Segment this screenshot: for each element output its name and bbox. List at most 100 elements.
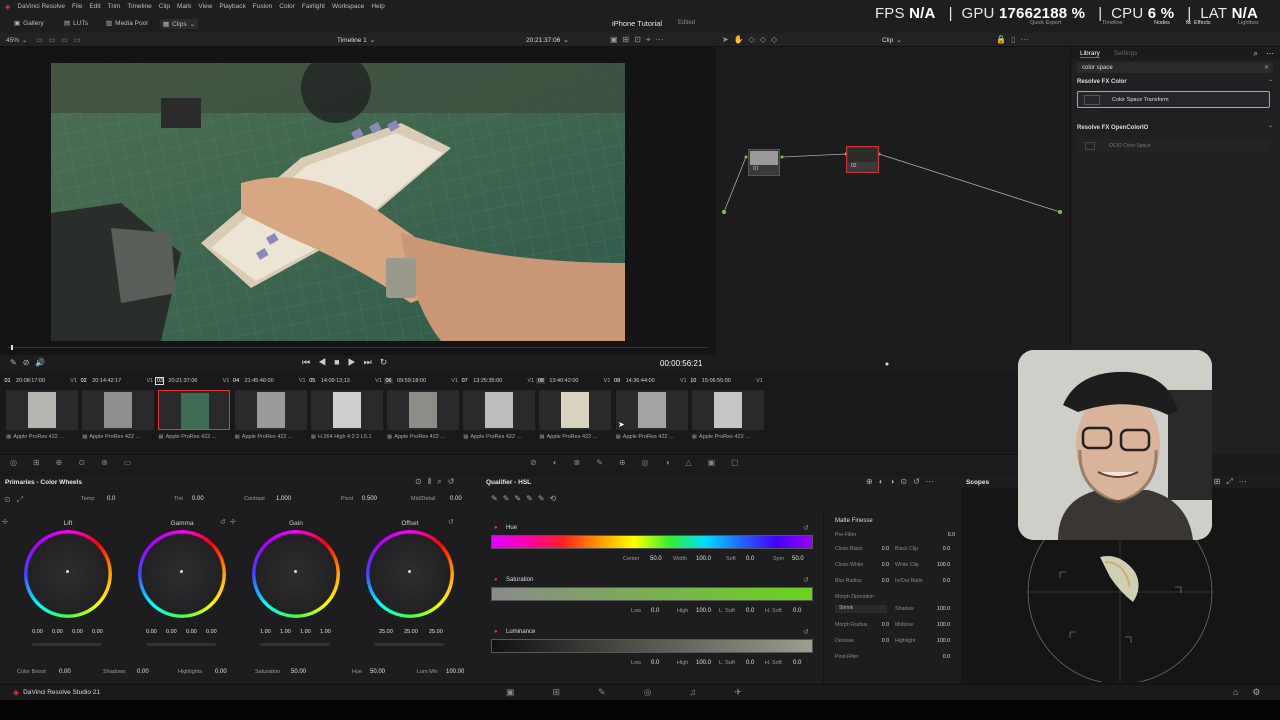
clip-thumbnail[interactable]: 03 20:21:37:06 V1 ▦ Apple ProRes 422 ... — [155, 376, 231, 440]
clip-thumbnail[interactable]: 04 21:45:46:00 V1 ▦ Apple ProRes 422 ... — [232, 376, 307, 440]
shadow-value[interactable]: 100.0 — [937, 606, 950, 612]
cleanblack-value[interactable]: 0.0 — [882, 546, 889, 552]
clip-thumbnail[interactable]: 08 13:40:42:00 V1 ▦ Apple ProRes 422 ... — [536, 376, 612, 440]
inoutratio-value[interactable]: 0.0 — [943, 578, 950, 584]
postfilter-value[interactable]: 0.0 — [943, 654, 950, 660]
qualifier-mode-icons[interactable]: ⊕◐◑⊙↺⋯ — [866, 477, 940, 486]
media-pool-button[interactable]: ▥ Media Pool — [106, 19, 148, 28]
node-tool-icons[interactable]: ➤✋◇◇◇ — [722, 35, 782, 44]
menu-trim[interactable]: Trim — [108, 3, 121, 10]
node-mode-select[interactable]: Clip ⌄ — [882, 36, 902, 45]
menu-workspace[interactable]: Workspace — [332, 3, 364, 10]
clip-thumbnail[interactable]: 06 09:59:18:00 V1 ▦ Apple ProRes 422 ... — [384, 376, 459, 440]
tint-value[interactable]: 0.00 — [192, 496, 204, 502]
picker-tool-icons[interactable]: ✎✎✎✎✎⟲ — [491, 494, 561, 503]
luminance-bar[interactable] — [491, 639, 813, 653]
highlight-value[interactable]: 100.0 — [937, 638, 950, 644]
lummix-value[interactable]: 100.00 — [446, 669, 464, 675]
gallery-button[interactable]: ▣ Gallery — [14, 19, 44, 28]
node-02[interactable]: 02 — [846, 146, 879, 173]
morph-select[interactable]: Shrink — [835, 605, 887, 613]
shadows-value[interactable]: 0.00 — [137, 669, 149, 675]
viewer[interactable] — [0, 47, 716, 355]
clip-thumbnail[interactable]: 01 20:08:17:00 V1 ▦ Apple ProRes 422 ... — [3, 376, 78, 440]
lum-low-value[interactable]: 0.0 — [651, 660, 659, 666]
clip-thumbnail[interactable]: 05 14:09:13;13 V1 ▦ H.264 High 4:2:2 L5.1 — [308, 376, 383, 440]
saturation-bar[interactable] — [491, 587, 813, 601]
home-settings-icons[interactable]: ⌂⚙ — [1233, 687, 1275, 698]
color-wheel-offset[interactable]: Offset ↺ 25.00 25.00 25.00 — [364, 516, 456, 666]
viewer-mode-icons[interactable]: ▭▭▭▭ — [36, 36, 86, 44]
reset-icon[interactable]: ↺ — [220, 518, 226, 526]
group-resolve-fx-color[interactable]: Resolve FX Color ⌃ — [1077, 77, 1273, 87]
scrub-bar[interactable] — [8, 347, 708, 348]
master-wheel-slider[interactable] — [146, 643, 216, 646]
contrast-value[interactable]: 1.000 — [276, 496, 291, 502]
viewer-tool-icons[interactable]: ▣⊞⊡⌖⋯ — [610, 35, 668, 45]
primaries-mode-icons[interactable]: ⊙⦀⌕↺ — [415, 477, 460, 487]
reset-icon[interactable]: ↺ — [803, 524, 809, 532]
sat-hsoft-value[interactable]: 0.0 — [793, 608, 801, 614]
color-wheel-gain[interactable]: Gain ✢ 1.00 1.00 1.00 1.00 — [230, 516, 342, 666]
prefilter-value[interactable]: 0.0 — [948, 532, 955, 538]
menu-app[interactable]: DaVinci Resolve — [17, 3, 65, 10]
menu-help[interactable]: Help — [371, 3, 384, 10]
cleanwhite-value[interactable]: 0.0 — [882, 562, 889, 568]
fx-item-color-space-transform[interactable]: Color Space Transform — [1077, 91, 1270, 108]
highlights-value[interactable]: 0.00 — [215, 669, 227, 675]
lum-hsoft-value[interactable]: 0.0 — [793, 660, 801, 666]
zoom-select[interactable]: 45% ⌄ — [6, 36, 27, 45]
whiteclip-value[interactable]: 100.0 — [937, 562, 950, 568]
midtone-value[interactable]: 100.0 — [937, 622, 950, 628]
menu-clip[interactable]: Clip — [159, 3, 170, 10]
page-tabs[interactable]: ▣⊞✎◎♫✈ — [506, 687, 780, 698]
menu-view[interactable]: View — [198, 3, 212, 10]
pivot-value[interactable]: 0.500 — [362, 496, 377, 502]
wheel-value[interactable]: 1.00 — [280, 629, 291, 635]
primaries-tool-icons[interactable]: ⊙⤢ — [4, 495, 29, 505]
saturation-value[interactable]: 50.00 — [291, 669, 306, 675]
reset-icon[interactable]: ↺ — [448, 518, 454, 526]
menu-edit[interactable]: Edit — [89, 3, 100, 10]
hue-sym-value[interactable]: 50.0 — [792, 556, 804, 562]
menu-fusion[interactable]: Fusion — [253, 3, 273, 10]
hue-bar[interactable] — [491, 535, 813, 549]
hue-width-value[interactable]: 100.0 — [696, 556, 711, 562]
wheel-value[interactable]: 0.00 — [72, 629, 83, 635]
blurradius-value[interactable]: 0.0 — [882, 578, 889, 584]
wheel-value[interactable]: 25.00 — [404, 629, 418, 635]
master-wheel-slider[interactable] — [32, 643, 102, 646]
timecode-display[interactable]: 20:21:37:06 ⌄ — [526, 36, 569, 45]
wheel-value[interactable]: 0.00 — [32, 629, 43, 635]
wheel-value[interactable]: 0.00 — [186, 629, 197, 635]
viewer-left-icons[interactable]: ✎⊘🔊 — [10, 358, 51, 367]
tab-library[interactable]: Library — [1080, 50, 1100, 58]
master-wheel-slider[interactable] — [374, 643, 444, 646]
palette-left-icons[interactable]: ◎⊞⊕⊙⊛▭ — [10, 458, 147, 467]
hue-enable-dot[interactable]: ● — [494, 525, 498, 531]
wheel-puck[interactable] — [408, 570, 411, 573]
colorboost-value[interactable]: 0.00 — [59, 669, 71, 675]
wheel-value[interactable]: 25.00 — [379, 629, 393, 635]
menu-fairlight[interactable]: Fairlight — [302, 3, 325, 10]
hue-soft-value[interactable]: 0.0 — [746, 556, 754, 562]
lum-lsoft-value[interactable]: 0.0 — [746, 660, 754, 666]
menu-playback[interactable]: Playback — [219, 3, 245, 10]
wheel-puck[interactable] — [294, 570, 297, 573]
blackclip-value[interactable]: 0.0 — [943, 546, 950, 552]
wheel-value[interactable]: 0.00 — [92, 629, 103, 635]
timeline-select[interactable]: Timeline 1 ⌄ — [337, 36, 375, 45]
reset-icon[interactable]: ↺ — [803, 576, 809, 584]
reset-icon[interactable]: ↺ — [803, 628, 809, 636]
crosshair-icon[interactable]: ✢ — [230, 518, 236, 526]
close-icon[interactable]: ✕ — [1264, 64, 1269, 71]
node-01[interactable]: 01 — [748, 149, 780, 176]
clip-thumbnail[interactable]: 10 15:06:55:00 V1 ▦ Apple ProRes 422 ... — [689, 376, 764, 440]
luts-button[interactable]: ▤ LUTs — [64, 19, 88, 28]
wheel-value[interactable]: 1.00 — [320, 629, 331, 635]
wheel-puck[interactable] — [180, 570, 183, 573]
wheel-value[interactable]: 25.00 — [429, 629, 443, 635]
wheel-value[interactable]: 0.00 — [52, 629, 63, 635]
wheel-value[interactable]: 1.00 — [260, 629, 271, 635]
wheel-value[interactable]: 0.00 — [206, 629, 217, 635]
